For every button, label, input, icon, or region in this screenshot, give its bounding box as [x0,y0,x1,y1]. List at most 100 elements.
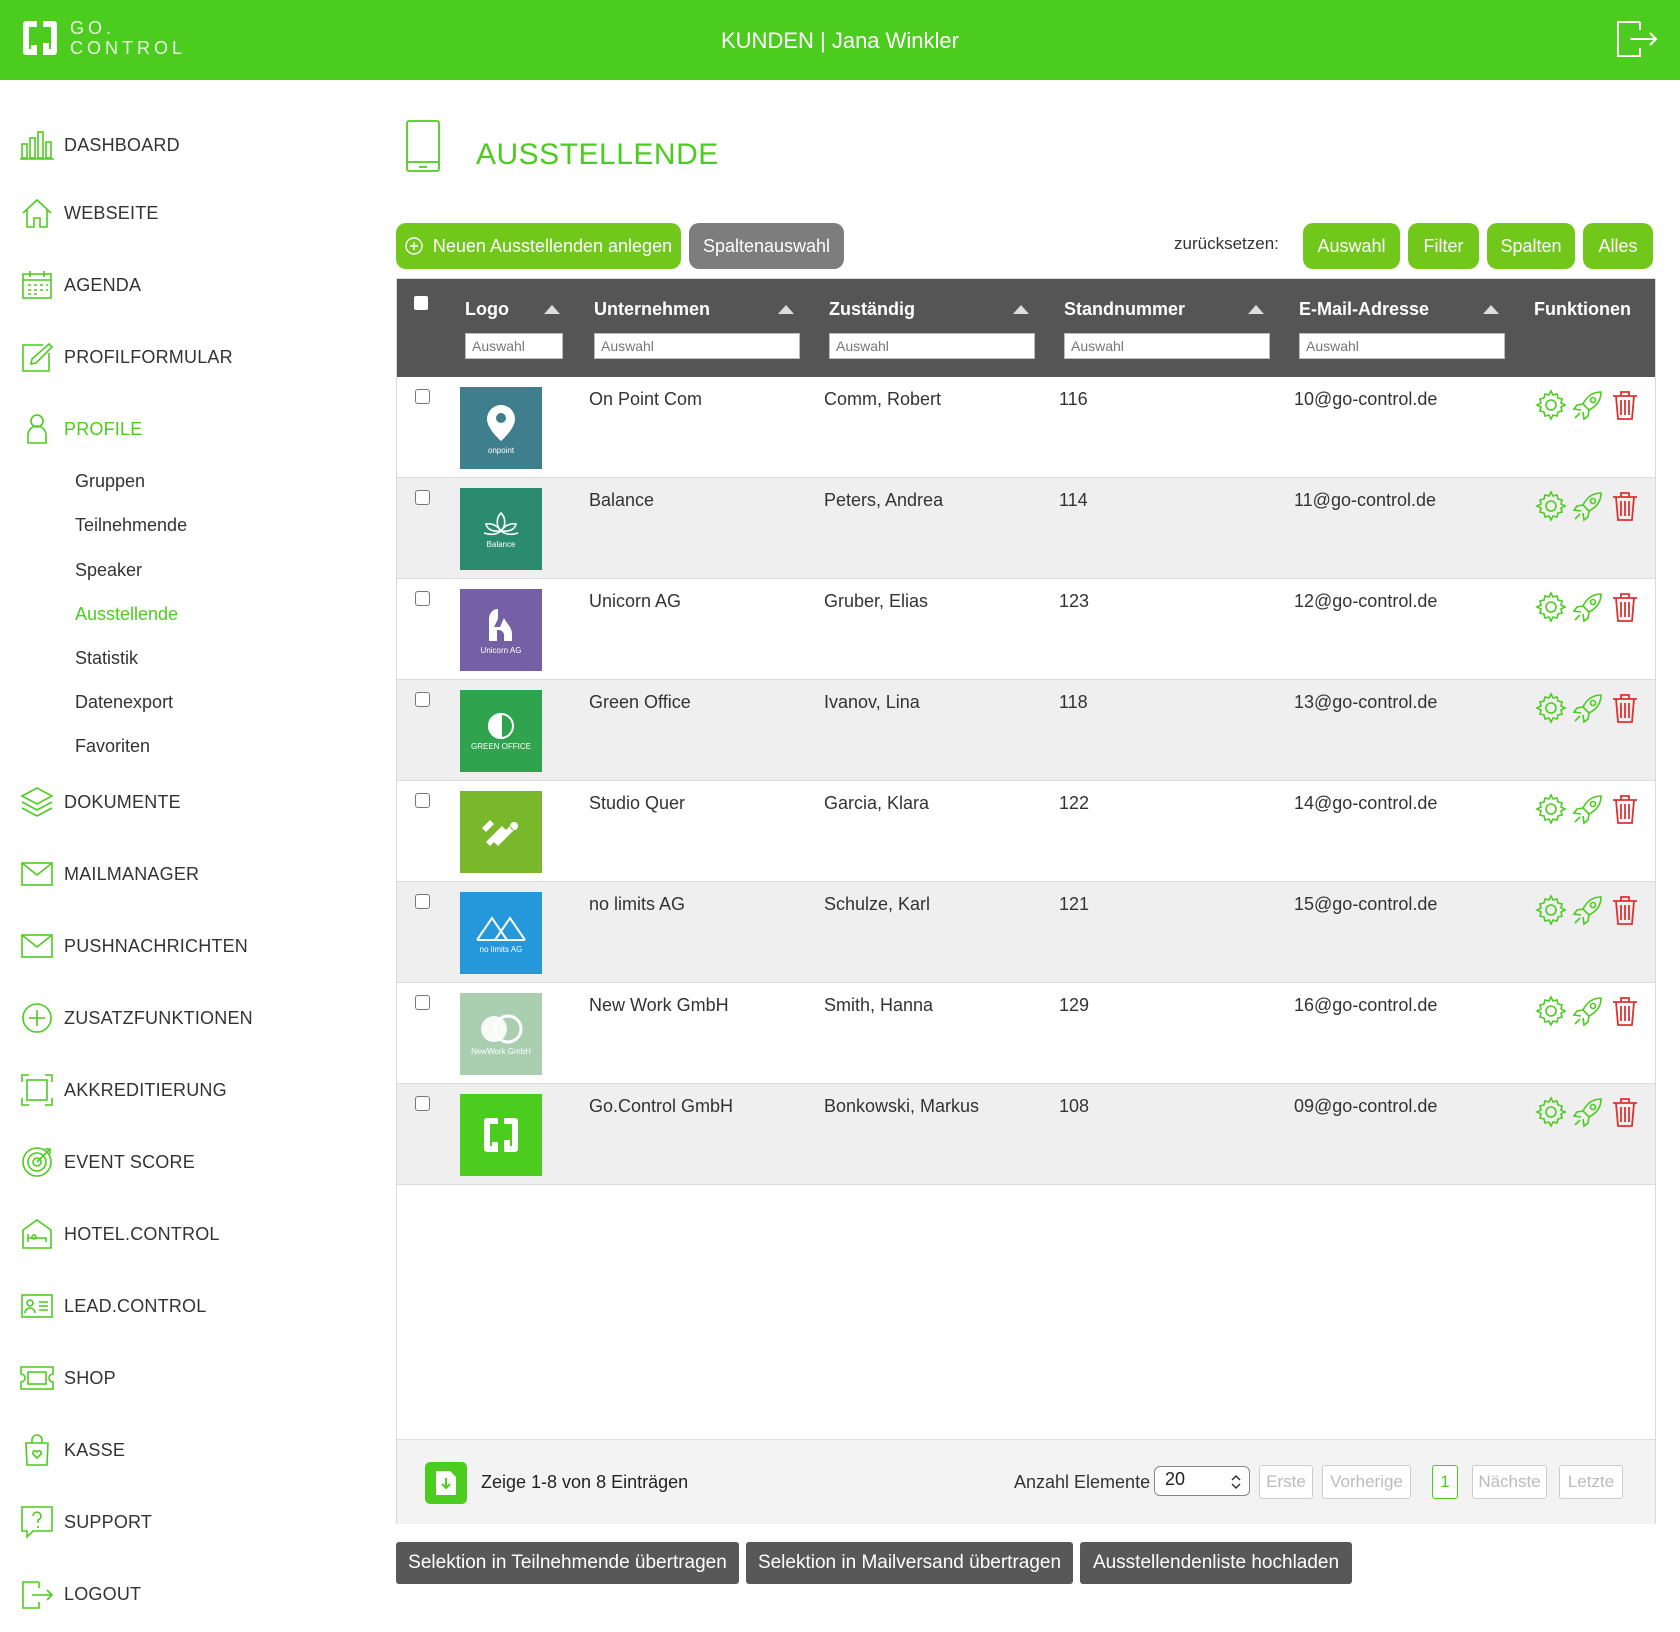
row-checkbox[interactable] [415,591,430,606]
reset-selection-button[interactable]: Auswahl [1303,223,1400,269]
sidebar-sub-favoriten[interactable]: Favoriten [75,733,150,759]
sidebar-sub-ausstellende[interactable]: Ausstellende [75,601,178,627]
reset-columns-button[interactable]: Spalten [1487,223,1575,269]
sidebar-item-pushnachrichten[interactable]: PUSHNACHRICHTEN [20,926,248,966]
table-row[interactable]: GREEN OFFICE Green Office Ivanov, Lina 118 1… [397,680,1655,781]
sidebar-item-akkreditierung[interactable]: AKKREDITIERUNG [20,1070,227,1110]
gear-icon[interactable] [1535,793,1567,825]
filter-standnummer-input[interactable]: Auswahl [1064,333,1270,359]
header-email[interactable]: E-Mail-Adresse [1299,299,1429,320]
sidebar-item-kasse[interactable]: KASSE [20,1430,125,1470]
header-standnummer[interactable]: Standnummer [1064,299,1185,320]
sort-asc-icon[interactable] [1248,305,1264,314]
row-checkbox[interactable] [415,692,430,707]
table-row[interactable]: Balance Balance Peters, Andrea 114 11@go-con… [397,478,1655,579]
table-row[interactable]: onpoint On Point Com Comm, Robert 116 10@go-… [397,377,1655,478]
filter-logo-input[interactable]: Auswahl [465,333,563,359]
rocket-icon[interactable] [1572,591,1604,623]
filter-zustaendig-input[interactable]: Auswahl [829,333,1035,359]
filter-unternehmen-input[interactable]: Auswahl [594,333,800,359]
header-zustaendig[interactable]: Zuständig [829,299,915,320]
sidebar-sub-statistik[interactable]: Statistik [75,645,138,671]
trash-icon[interactable] [1609,1096,1641,1128]
gear-icon[interactable] [1535,389,1567,421]
sidebar-item-profile[interactable]: PROFILE [20,409,142,449]
table-row[interactable]: NewWork GmbH New Work GmbH Smith, Hanna 129… [397,983,1655,1084]
table-row[interactable]: Studio Quer Garcia, Klara 122 14@go-control… [397,781,1655,882]
table-row[interactable]: no limits AG no limits AG Schulze, Karl 121… [397,882,1655,983]
gear-icon[interactable] [1535,591,1567,623]
sort-asc-icon[interactable] [1013,305,1029,314]
gear-icon[interactable] [1535,692,1567,724]
gear-icon[interactable] [1535,1096,1567,1128]
sidebar-item-support[interactable]: SUPPORT [20,1502,152,1542]
pagination-last[interactable]: Letzte [1559,1465,1623,1499]
header-logo[interactable]: Logo [465,299,509,320]
trash-icon[interactable] [1609,692,1641,724]
sidebar-sub-gruppen[interactable]: Gruppen [75,468,145,494]
trash-icon[interactable] [1609,591,1641,623]
column-selection-button[interactable]: Spaltenauswahl [689,223,844,269]
trash-icon[interactable] [1609,995,1641,1027]
row-checkbox[interactable] [415,389,430,404]
rocket-icon[interactable] [1572,692,1604,724]
sidebar-item-hotel-control[interactable]: HOTEL.CONTROL [20,1214,220,1254]
pagination-page-1[interactable]: 1 [1432,1465,1458,1499]
sidebar-item-lead-control[interactable]: LEAD.CONTROL [20,1286,206,1326]
sidebar-item-zusatzfunktionen[interactable]: ZUSATZFUNKTIONEN [20,998,253,1038]
rocket-icon[interactable] [1572,389,1604,421]
table-row[interactable]: Go.Control GmbH Bonkowski, Markus 108 09@go… [397,1084,1655,1185]
sidebar-item-logout[interactable]: LOGOUT [20,1574,141,1614]
sidebar-item-webseite[interactable]: WEBSEITE [20,193,159,233]
sidebar-item-shop[interactable]: SHOP [20,1358,116,1398]
upload-list-button[interactable]: Ausstellendenliste hochladen [1080,1542,1352,1584]
transfer-to-participants-button[interactable]: Selektion in Teilnehmende übertragen [396,1542,739,1584]
sidebar-item-dokumente[interactable]: DOKUMENTE [20,782,181,822]
logout-icon[interactable] [1614,16,1658,60]
sidebar-item-event-score[interactable]: EVENT SCORE [20,1142,195,1182]
trash-icon[interactable] [1609,894,1641,926]
reset-all-button[interactable]: Alles [1583,223,1653,269]
sidebar-sub-teilnehmende[interactable]: Teilnehmende [75,512,187,538]
row-checkbox[interactable] [415,995,430,1010]
rocket-icon[interactable] [1572,793,1604,825]
sidebar-item-mailmanager[interactable]: MAILMANAGER [20,854,199,894]
rocket-icon[interactable] [1572,894,1604,926]
table-row[interactable]: Unicorn AG Unicorn AG Gruber, Elias 123 12@g… [397,579,1655,680]
transfer-to-mail-button[interactable]: Selektion in Mailversand übertragen [746,1542,1073,1584]
rocket-icon[interactable] [1572,995,1604,1027]
row-checkbox[interactable] [415,793,430,808]
sort-asc-icon[interactable] [544,305,560,314]
header-unternehmen[interactable]: Unternehmen [594,299,710,320]
gear-icon[interactable] [1535,995,1567,1027]
rocket-icon[interactable] [1572,490,1604,522]
sort-asc-icon[interactable] [778,305,794,314]
pagination-next[interactable]: Nächste [1472,1465,1547,1499]
gear-icon[interactable] [1535,894,1567,926]
table-footer: Zeige 1-8 von 8 Einträgen Anzahl Element… [397,1439,1655,1524]
filter-email-input[interactable]: Auswahl [1299,333,1505,359]
trash-icon[interactable] [1609,490,1641,522]
select-all-checkbox[interactable] [414,296,428,310]
row-checkbox[interactable] [415,894,430,909]
sidebar-item-label: KASSE [64,1439,126,1460]
pagination-first[interactable]: Erste [1259,1465,1313,1499]
sidebar-item-label: LOGOUT [64,1583,142,1604]
sort-asc-icon[interactable] [1483,305,1499,314]
trash-icon[interactable] [1609,793,1641,825]
row-checkbox[interactable] [415,490,430,505]
pagination-previous[interactable]: Vorherige [1322,1465,1411,1499]
gear-icon[interactable] [1535,490,1567,522]
sidebar-item-profilformular[interactable]: PROFILFORMULAR [20,337,233,377]
sidebar-sub-datenexport[interactable]: Datenexport [75,689,173,715]
page-size-select[interactable]: 20 [1154,1466,1250,1496]
sidebar-sub-speaker[interactable]: Speaker [75,557,142,583]
sidebar-item-dashboard[interactable]: DASHBOARD [20,125,180,165]
trash-icon[interactable] [1609,389,1641,421]
reset-filter-button[interactable]: Filter [1408,223,1479,269]
rocket-icon[interactable] [1572,1096,1604,1128]
new-exhibitor-button[interactable]: Neuen Ausstellenden anlegen [396,223,681,269]
sidebar-item-agenda[interactable]: AGENDA [20,265,141,305]
row-checkbox[interactable] [415,1096,430,1111]
download-icon[interactable] [425,1462,467,1504]
